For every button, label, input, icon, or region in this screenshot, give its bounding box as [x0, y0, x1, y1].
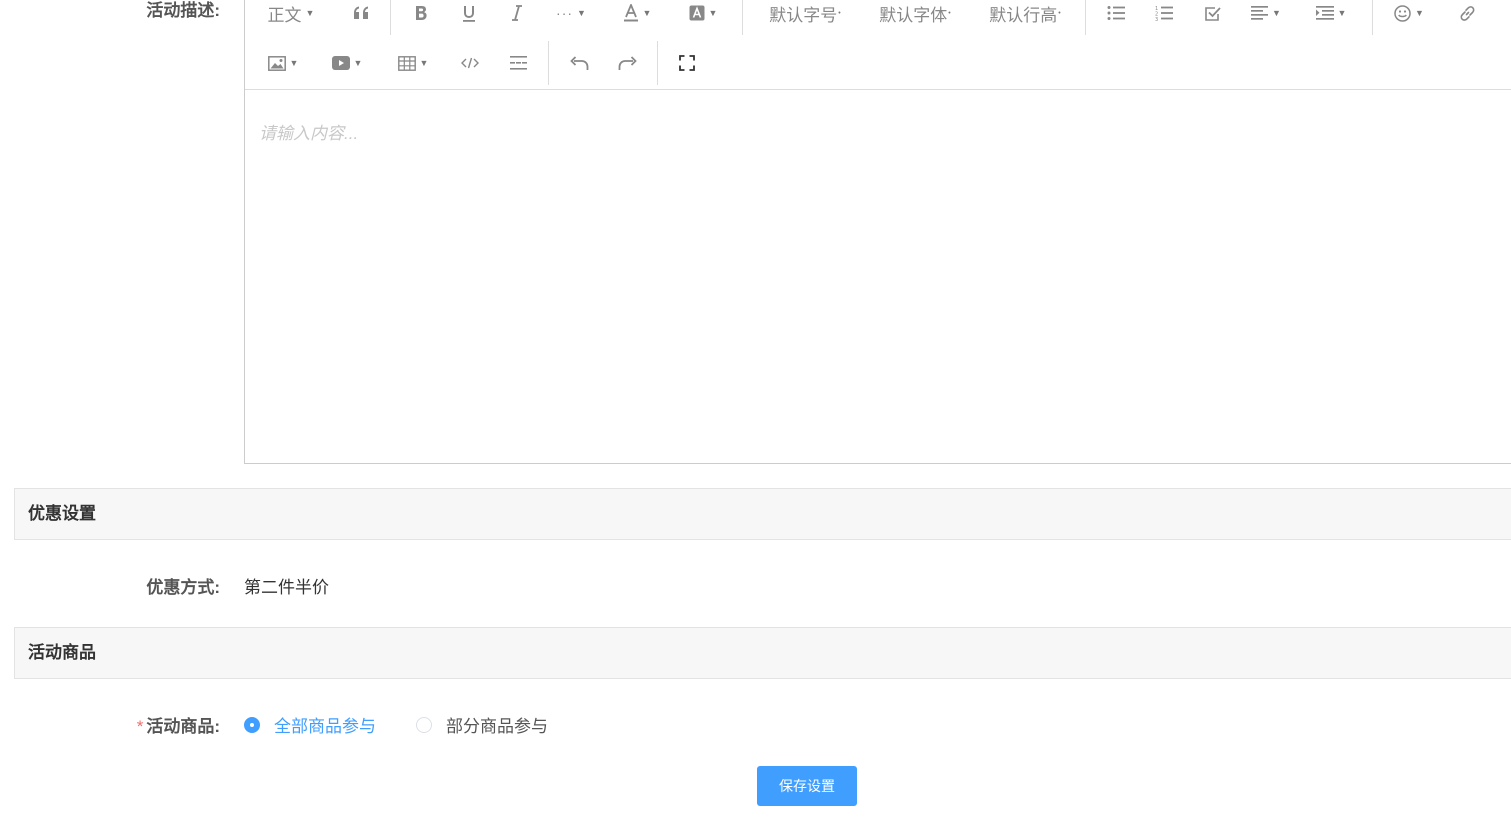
underline-icon	[463, 5, 475, 22]
bulleted-list-icon	[1107, 6, 1125, 20]
radio-circle-icon	[244, 716, 260, 733]
toolbar-separator	[245, 89, 1511, 90]
chevron-down-icon: •	[838, 9, 841, 17]
svg-text:3: 3	[1155, 17, 1158, 21]
chevron-down-icon: ▼	[1272, 8, 1281, 18]
numbered-list-button[interactable]: 123	[1146, 0, 1182, 31]
indent-dropdown[interactable]: ▼	[1307, 0, 1355, 31]
radio-label: 部分商品参与	[446, 717, 548, 736]
align-dropdown[interactable]: ▼	[1242, 0, 1290, 31]
font-size-dropdown[interactable]: 默认字号 •	[759, 0, 851, 31]
required-asterisk: *	[136, 717, 144, 736]
quote-icon	[354, 6, 368, 19]
horizontal-rule-icon	[509, 56, 527, 70]
ellipsis-icon: ···	[556, 5, 574, 21]
editor-placeholder[interactable]: 请输入内容...	[259, 119, 358, 144]
smiley-icon	[1394, 4, 1411, 22]
chevron-down-icon: ▼	[708, 8, 718, 18]
chevron-down-icon: •	[948, 9, 951, 17]
table-icon	[397, 55, 416, 71]
insert-image-dropdown[interactable]: ▼	[259, 45, 307, 81]
chevron-down-icon: ▼	[1415, 8, 1424, 18]
radio-circle-icon	[416, 716, 432, 733]
italic-button[interactable]	[499, 0, 535, 31]
heading-dropdown[interactable]: 正文 ▼	[261, 0, 321, 31]
chevron-down-icon: ▼	[305, 8, 315, 18]
heading-dropdown-label: 正文	[267, 5, 302, 25]
align-left-icon	[1251, 6, 1269, 20]
line-height-label: 默认行高	[989, 5, 1058, 25]
video-icon	[331, 56, 350, 70]
fullscreen-button[interactable]	[669, 45, 705, 81]
background-color-dropdown[interactable]: ▼	[679, 0, 727, 31]
todo-list-button[interactable]	[1194, 0, 1230, 31]
toolbar-divider	[390, 0, 391, 35]
font-color-icon	[623, 4, 638, 22]
code-block-button[interactable]	[452, 45, 488, 81]
chevron-down-icon: ▼	[353, 58, 363, 68]
bulleted-list-button[interactable]	[1098, 0, 1134, 31]
background-color-icon	[689, 5, 705, 21]
discount-method-label: 优惠方式:	[146, 578, 220, 597]
chevron-down-icon: •	[1058, 9, 1061, 17]
insert-link-button[interactable]	[1449, 0, 1485, 31]
image-icon	[267, 55, 286, 71]
radio-partial-goods[interactable]: 部分商品参与	[416, 712, 548, 737]
toolbar-divider	[742, 0, 743, 35]
blockquote-button[interactable]	[341, 0, 381, 31]
discount-method-value: 第二件半价	[244, 578, 329, 597]
toolbar-divider	[548, 41, 549, 85]
numbered-list-icon: 123	[1155, 6, 1173, 21]
undo-button[interactable]	[561, 45, 597, 81]
font-family-dropdown[interactable]: 默认字体 •	[869, 0, 961, 31]
save-settings-button[interactable]: 保存设置	[757, 766, 857, 806]
description-label: 活动描述:	[146, 1, 220, 20]
line-height-dropdown[interactable]: 默认行高 •	[979, 0, 1071, 31]
toolbar-divider	[1085, 0, 1086, 35]
emoji-dropdown[interactable]: ▼	[1385, 0, 1433, 31]
code-icon	[461, 57, 479, 69]
toolbar-divider	[1372, 0, 1373, 35]
fullscreen-icon	[679, 55, 695, 71]
redo-button[interactable]	[609, 45, 645, 81]
indent-icon	[1315, 6, 1334, 20]
radio-all-goods[interactable]: 全部商品参与	[244, 712, 376, 737]
divider-button[interactable]	[500, 45, 536, 81]
chevron-down-icon: ▼	[1337, 8, 1347, 18]
insert-video-dropdown[interactable]: ▼	[323, 45, 371, 81]
activity-goods-header: 活动商品	[14, 627, 1511, 679]
undo-icon	[569, 55, 588, 70]
chevron-down-icon: ▼	[642, 8, 652, 18]
checkbox-icon	[1204, 6, 1221, 21]
italic-icon	[512, 5, 522, 21]
redo-icon	[618, 55, 637, 70]
bold-icon	[416, 6, 427, 20]
toolbar-divider	[657, 41, 658, 85]
font-color-dropdown[interactable]: ▼	[613, 0, 661, 31]
section-title: 活动商品	[28, 643, 96, 662]
font-family-label: 默认字体	[879, 5, 948, 25]
chevron-down-icon: ▼	[577, 8, 586, 18]
discount-settings-header: 优惠设置	[14, 488, 1511, 540]
insert-table-dropdown[interactable]: ▼	[389, 45, 437, 81]
link-icon	[1460, 5, 1474, 21]
font-size-label: 默认字号	[769, 5, 838, 25]
radio-label: 全部商品参与	[274, 717, 376, 736]
activity-goods-label: * 活动商品:	[136, 717, 220, 736]
rich-text-editor: 正文 ▼ ··· ▼ ▼ ▼ 默认字号 • 默认字体 • 默认行高 • 1 2 …	[244, 0, 1511, 464]
section-title: 优惠设置	[28, 504, 96, 523]
more-format-dropdown[interactable]: ··· ▼	[547, 0, 595, 31]
bold-button[interactable]	[403, 0, 439, 31]
underline-button[interactable]	[451, 0, 487, 31]
chevron-down-icon: ▼	[289, 58, 299, 68]
chevron-down-icon: ▼	[419, 58, 429, 68]
